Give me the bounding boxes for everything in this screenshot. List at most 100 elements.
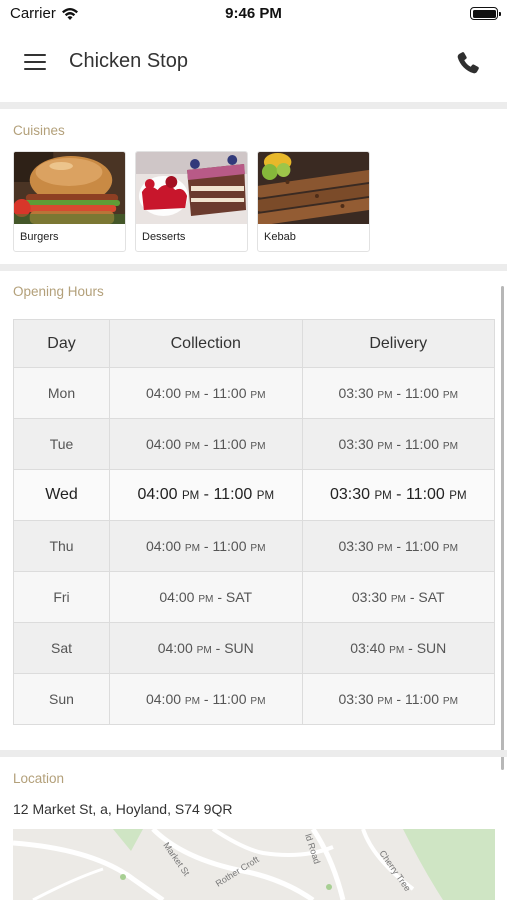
delivery-close: 11:00 <box>405 691 439 707</box>
section-divider <box>0 264 507 271</box>
cuisine-card-desserts[interactable]: Desserts <box>135 151 248 252</box>
collection-hours-cell: 04:00 PM - 11:00 PM <box>109 520 303 572</box>
collection-close: 11:00 <box>212 436 247 452</box>
menu-icon[interactable] <box>24 54 46 70</box>
collection-hours-cell: 04:00 PM - 11:00 PM <box>109 367 303 419</box>
day-cell: Sat <box>13 622 110 674</box>
collection-open: 04:00 <box>145 538 182 554</box>
collection-open-period: PM <box>196 645 212 656</box>
collection-open: 04:00 <box>159 589 195 605</box>
delivery-hours-cell: 03:30 PM - 11:00 PM <box>301 673 495 725</box>
section-divider <box>0 102 507 109</box>
desserts-image <box>136 152 247 224</box>
location-map[interactable]: Market St Rother Croft ld Road Cherry Tr… <box>13 829 495 900</box>
collection-sep: - <box>199 486 214 503</box>
collection-close-period: PM <box>250 390 266 401</box>
delivery-open-period: PM <box>377 696 393 707</box>
delivery-sep: - <box>391 486 406 503</box>
delivery-close: 11:00 <box>405 385 439 401</box>
collection-sep: - <box>200 538 213 554</box>
collection-open: 04:00 <box>145 436 182 452</box>
delivery-close: SAT <box>418 589 445 605</box>
column-header-collection: Collection <box>109 319 303 368</box>
delivery-open: 03:30 <box>351 589 387 605</box>
page-title: Chicken Stop <box>69 50 188 72</box>
delivery-sep: - <box>392 538 405 554</box>
delivery-hours-cell: 03:30 PM - 11:00 PM <box>301 418 495 470</box>
section-divider <box>0 750 507 757</box>
opening-hours-table: Day Collection Delivery Mon 04:00 PM - 11… <box>13 319 495 725</box>
delivery-open-period: PM <box>389 645 405 656</box>
collection-hours-cell: 04:00 PM - 11:00 PM <box>109 673 303 725</box>
collection-hours-cell: 04:00 PM - 11:00 PM <box>109 418 303 470</box>
column-header-delivery: Delivery <box>301 319 495 368</box>
collection-open: 04:00 <box>145 385 182 401</box>
collection-hours-cell: 04:00 PM - SUN <box>109 622 303 674</box>
status-bar: Carrier 9:46 PM <box>0 0 507 28</box>
collection-close: SAT <box>225 589 253 605</box>
scrollbar[interactable] <box>501 286 504 770</box>
day-cell: Sun <box>13 673 110 725</box>
delivery-open: 03:30 <box>338 385 374 401</box>
delivery-sep: - <box>392 385 405 401</box>
collection-open-period: PM <box>184 390 201 401</box>
kebab-image <box>258 152 369 224</box>
collection-open: 04:00 <box>137 486 178 503</box>
battery-icon <box>470 7 501 20</box>
delivery-sep: - <box>392 691 405 707</box>
status-time: 9:46 PM <box>225 5 282 22</box>
delivery-close-period: PM <box>442 543 459 554</box>
collection-close-period: PM <box>250 543 266 554</box>
delivery-open-period: PM <box>377 390 393 401</box>
cuisine-card-burgers[interactable]: Burgers <box>13 151 126 252</box>
delivery-open: 03:30 <box>338 436 374 452</box>
collection-open-period: PM <box>181 490 200 502</box>
column-header-day: Day <box>13 319 110 368</box>
collection-open-period: PM <box>198 594 214 605</box>
collection-open-period: PM <box>184 696 201 707</box>
table-header-row: Day Collection Delivery <box>13 319 495 368</box>
cuisine-label-burgers: Burgers <box>20 231 59 243</box>
delivery-sep: - <box>405 589 419 605</box>
collection-hours-cell: 04:00 PM - 11:00 PM <box>109 469 303 521</box>
delivery-open-period: PM <box>390 594 406 605</box>
day-cell: Wed <box>13 469 110 521</box>
delivery-open: 03:30 <box>329 486 370 503</box>
delivery-close: SUN <box>416 640 447 656</box>
hours-row-thu: Thu 04:00 PM - 11:00 PM 03:30 PM - 11:00 P… <box>13 520 495 572</box>
collection-sep: - <box>213 589 226 605</box>
delivery-open-period: PM <box>377 543 393 554</box>
collection-sep: - <box>200 385 213 401</box>
hours-row-tue: Tue 04:00 PM - 11:00 PM 03:30 PM - 11:00 P… <box>13 418 495 470</box>
day-cell: Tue <box>13 418 110 470</box>
collection-close: 11:00 <box>212 691 247 707</box>
delivery-close: 11:00 <box>405 538 439 554</box>
hours-row-wed: Wed 04:00 PM - 11:00 PM 03:30 PM - 11:00 P… <box>13 469 495 521</box>
hours-row-sat: Sat 04:00 PM - SUN 03:40 PM - SUN <box>13 622 495 674</box>
delivery-close-period: PM <box>449 490 467 502</box>
cuisine-card-kebab[interactable]: Kebab <box>257 151 370 252</box>
collection-close: 11:00 <box>213 486 253 503</box>
collection-sep: - <box>211 640 225 656</box>
delivery-close-period: PM <box>442 696 459 707</box>
phone-icon[interactable] <box>455 50 481 76</box>
delivery-close: 11:00 <box>405 486 445 503</box>
collection-sep: - <box>200 436 213 452</box>
delivery-hours-cell: 03:30 PM - 11:00 PM <box>301 520 495 572</box>
top-app-bar: Chicken Stop <box>0 28 507 100</box>
location-heading: Location <box>13 771 65 786</box>
delivery-close-period: PM <box>442 441 459 452</box>
delivery-open: 03:30 <box>338 538 374 554</box>
collection-close: 11:00 <box>212 538 247 554</box>
cuisines-heading: Cuisines <box>13 123 65 138</box>
opening-hours-body: Mon 04:00 PM - 11:00 PM 03:30 PM - 11:00 P… <box>13 367 495 725</box>
delivery-sep: - <box>392 436 405 452</box>
location-address: 12 Market St, a, Hoyland, S74 9QR <box>13 801 233 817</box>
delivery-open: 03:40 <box>350 640 386 656</box>
day-cell: Mon <box>13 367 110 419</box>
collection-close-period: PM <box>250 441 266 452</box>
delivery-hours-cell: 03:30 PM - 11:00 PM <box>301 469 495 521</box>
delivery-hours-cell: 03:30 PM - SAT <box>301 571 495 623</box>
delivery-hours-cell: 03:30 PM - 11:00 PM <box>301 367 495 419</box>
delivery-hours-cell: 03:40 PM - SUN <box>301 622 495 674</box>
